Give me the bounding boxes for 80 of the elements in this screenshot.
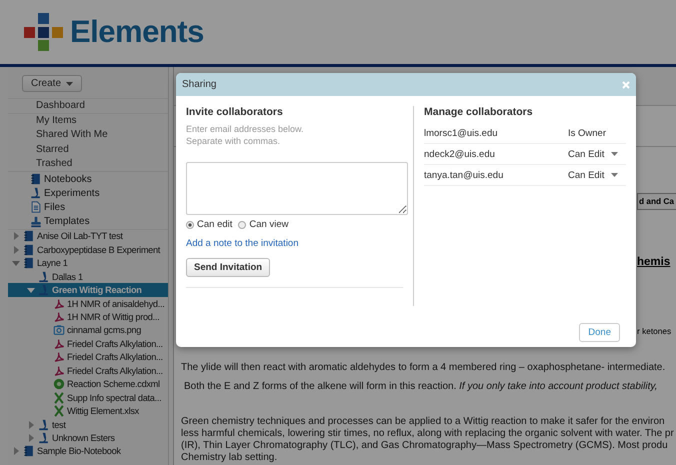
body-text: Both the E and Z forms of the alkene will form in this reaction. If you only take into account product stability, — [183, 381, 658, 393]
tree-item[interactable]: Layne 1 — [8, 256, 168, 270]
expanded-arrow-icon — [27, 286, 35, 294]
expanded-arrow-icon — [12, 259, 20, 268]
circle-icon — [53, 378, 65, 390]
notebook-icon — [23, 230, 35, 242]
role-dropdown[interactable]: Can Edit — [568, 170, 624, 180]
sidebar-item[interactable]: Experiments — [8, 186, 168, 200]
tree-item[interactable]: Green Wittig Reaction — [8, 283, 168, 297]
radio-option[interactable]: Can edit — [197, 219, 232, 230]
role-label: Is Owner — [568, 128, 608, 138]
nav-link[interactable]: Shared With Me — [8, 128, 168, 143]
nav-link[interactable]: My Items — [8, 114, 168, 128]
caret-icon — [611, 152, 618, 156]
body-text: less harmful chemicals, lowering stir times, no reflux, along with replacing the organic solvent with water. The pr — [180, 428, 675, 440]
send-invitation-button[interactable]: Send Invitation — [186, 258, 270, 277]
tree-item[interactable]: Wittig Element.xlsx — [8, 404, 168, 418]
create-button[interactable]: Create — [22, 75, 82, 92]
body-text: Green chemistry techniques and processes can be applied to a Wittig reaction to make it safer for the environ — [180, 416, 666, 428]
pdf-icon — [53, 351, 65, 364]
note-link[interactable]: Add a note to the invitation — [186, 238, 298, 249]
tree-item[interactable]: Carboxypeptidase B Experiment — [8, 243, 168, 257]
role-dropdown[interactable]: Can Edit — [568, 148, 624, 160]
notebook-icon — [23, 445, 35, 458]
body-text: The ylide will then react with aromatic aldehydes to form a 4 membered ring – oxaphosphetane- intermediate. — [180, 362, 666, 374]
hint-text: Enter email addresses below. — [186, 123, 305, 135]
tree-item[interactable]: Unknown Esters — [8, 431, 168, 445]
collaborator-email: tanya.tan@uis.edu — [424, 170, 504, 180]
document-icon — [30, 201, 42, 214]
section-heading: Invite collaborators — [186, 106, 284, 118]
close-icon — [622, 80, 630, 88]
dialog-title: Sharing — [182, 79, 216, 90]
sidebar-item[interactable]: Notebooks — [8, 172, 168, 186]
tree-item[interactable]: 1H NMR of Wittig prod... — [8, 310, 168, 324]
body-text: (IR), Thin Layer Chromatography (TLC), and Gas Chromatography—Mass Spectrometry (GCMS). Most produ — [180, 440, 669, 452]
tree-item[interactable]: test — [8, 418, 168, 432]
done-button[interactable]: Done — [579, 323, 620, 342]
collaborator-email: ndeck2@uis.edu — [424, 148, 495, 160]
sidebar-item[interactable]: Templates — [8, 214, 168, 229]
tree-item[interactable]: 1H NMR of anisaldehyd... — [8, 296, 168, 310]
x-mark-icon — [53, 405, 65, 418]
notebook-icon — [23, 257, 35, 270]
pdf-icon — [53, 298, 65, 310]
body-text: Chemistry lab setting. — [180, 452, 278, 464]
tree-item[interactable]: Anise Oil Lab-TYT test — [8, 230, 168, 244]
radio-option[interactable]: Can view — [249, 219, 288, 230]
hint-text: Separate with commas. — [186, 135, 282, 147]
tree-item[interactable]: Sample Bio-Notebook — [8, 444, 168, 458]
tree-item[interactable]: Friedel Crafts Alkylation... — [8, 337, 168, 351]
radio-button[interactable] — [186, 220, 194, 228]
section-heading: Manage collaborators — [424, 106, 534, 118]
sidebar-item[interactable]: Files — [8, 200, 168, 214]
x-mark-icon — [53, 392, 65, 404]
logo-text: Elements — [70, 14, 204, 50]
collaborator-email: lmorsc1@uis.edu — [424, 128, 498, 138]
nav-link[interactable]: Dashboard — [8, 99, 168, 114]
pdf-icon — [53, 338, 65, 350]
tree-item[interactable]: Supp Info spectral data... — [8, 390, 168, 404]
body-text: r ketones — [637, 326, 672, 337]
notebook-icon — [23, 244, 35, 256]
radio-button[interactable] — [238, 220, 246, 228]
nav-link[interactable]: Starred — [8, 142, 168, 157]
logo-icon — [24, 13, 64, 51]
tree-item[interactable]: cinnamal gcms.png — [8, 324, 168, 338]
tree-item[interactable]: Friedel Crafts Alkylation... — [8, 350, 168, 364]
section-tab[interactable]: d and Ca — [637, 193, 676, 210]
caret-icon — [611, 173, 618, 177]
tree-item[interactable]: Dallas 1 — [8, 270, 168, 284]
tree-item[interactable]: Reaction Scheme.cdxml — [8, 378, 168, 391]
nav-link[interactable]: Trashed — [8, 156, 168, 171]
notebook-icon — [30, 173, 42, 186]
email-field[interactable] — [186, 162, 408, 215]
page-heading: hemis — [637, 255, 670, 270]
caret-icon — [66, 82, 74, 86]
pdf-icon — [53, 311, 65, 324]
stamp-icon — [30, 216, 42, 228]
camera-icon — [53, 324, 65, 336]
close-button[interactable] — [622, 80, 630, 88]
pdf-icon — [53, 364, 65, 377]
tree-item[interactable]: Friedel Crafts Alkylation... — [8, 364, 168, 378]
